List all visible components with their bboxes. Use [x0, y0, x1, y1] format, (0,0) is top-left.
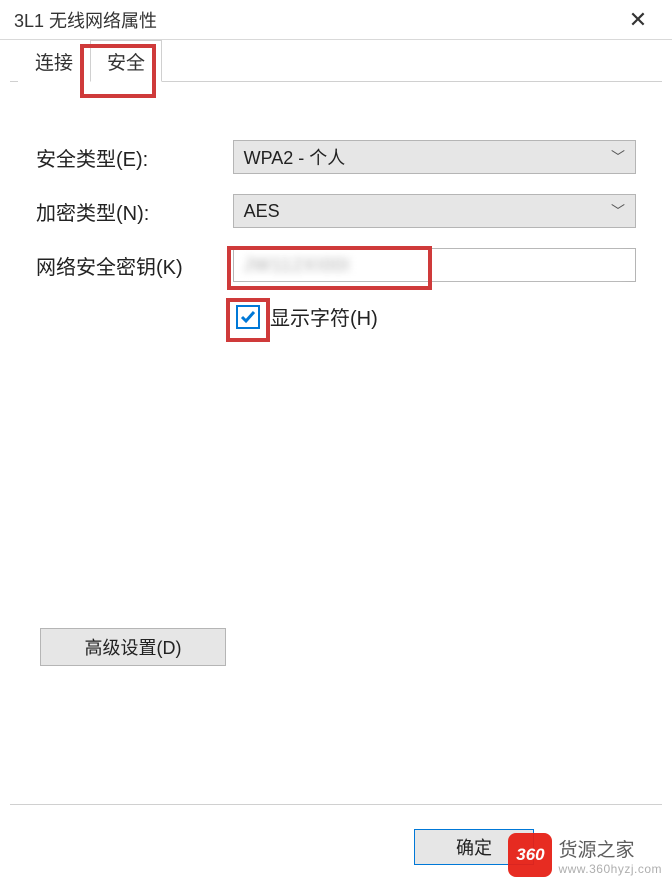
tabs: 连接 安全 — [0, 40, 672, 82]
select-security-type[interactable]: WPA2 - 个人 ﹀ — [233, 140, 636, 174]
select-security-type-value: WPA2 - 个人 — [244, 144, 346, 170]
check-icon — [239, 308, 257, 326]
row-encryption-type: 加密类型(N): AES ﹀ — [36, 194, 636, 228]
tab-connection[interactable]: 连接 — [18, 40, 90, 82]
row-network-key: 网络安全密钥(K) — [36, 248, 636, 282]
chevron-down-icon: ﹀ — [611, 147, 625, 167]
tab-security[interactable]: 安全 — [90, 40, 162, 82]
chevron-down-icon: ﹀ — [611, 201, 625, 221]
select-encryption-type-value: AES — [244, 201, 280, 222]
watermark: 360 货源之家 www.360hyzj.com — [508, 833, 662, 877]
label-encryption-type: 加密类型(N): — [36, 197, 233, 226]
advanced-settings-button[interactable]: 高级设置(D) — [40, 628, 226, 666]
network-key-input[interactable] — [244, 255, 625, 276]
select-encryption-type[interactable]: AES ﹀ — [233, 194, 636, 228]
row-security-type: 安全类型(E): WPA2 - 个人 ﹀ — [36, 140, 636, 174]
show-characters-checkbox[interactable] — [236, 305, 260, 329]
row-show-characters: 显示字符(H) — [236, 302, 636, 331]
watermark-cn: 货源之家 — [558, 835, 634, 862]
watermark-badge: 360 — [508, 833, 552, 877]
network-key-field-wrap[interactable] — [233, 248, 636, 282]
label-network-key: 网络安全密钥(K) — [36, 251, 233, 280]
label-show-characters: 显示字符(H) — [270, 302, 378, 331]
footer-separator — [10, 804, 662, 805]
content-area: 安全类型(E): WPA2 - 个人 ﹀ 加密类型(N): AES ﹀ 网络安全… — [0, 82, 672, 331]
watermark-url: www.360hyzj.com — [558, 862, 662, 876]
titlebar: 3L1 无线网络属性 ✕ — [0, 0, 672, 40]
watermark-text: 货源之家 www.360hyzj.com — [558, 835, 662, 876]
close-icon[interactable]: ✕ — [618, 0, 658, 40]
window-title: 3L1 无线网络属性 — [14, 7, 618, 33]
label-security-type: 安全类型(E): — [36, 143, 233, 172]
